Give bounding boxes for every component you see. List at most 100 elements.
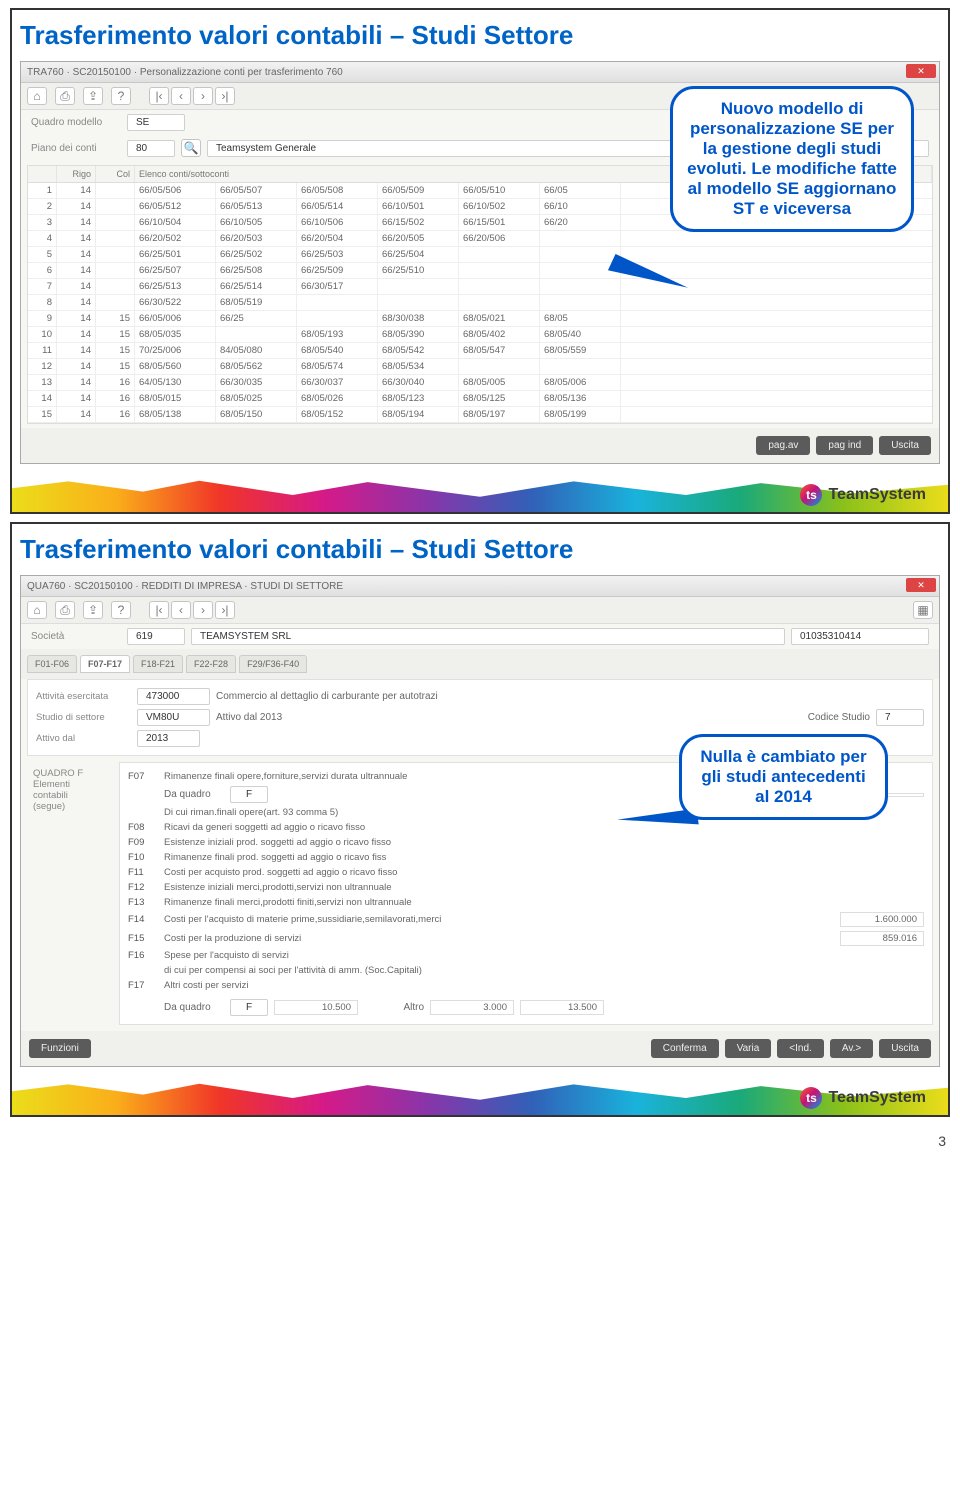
next-icon[interactable]: › <box>193 87 213 105</box>
uscita-button[interactable]: Uscita <box>879 436 931 455</box>
tabs-row: F01-F06 F07-F17 F18-F21 F22-F28 F29/F36-… <box>21 649 939 679</box>
callout-1: Nuovo modello di personalizzazione SE pe… <box>670 86 914 232</box>
form-line: F12Esistenze iniziali merci,prodotti,ser… <box>128 880 924 895</box>
form-line: F16Spese per l'acquisto di servizi <box>128 948 924 963</box>
sec-lab-2: contabili <box>33 790 113 801</box>
sec-lab-0: QUADRO F <box>33 768 113 779</box>
pagav-button[interactable]: pag.av <box>756 436 810 455</box>
societa-label: Società <box>31 631 121 642</box>
upload-icon[interactable]: ⇪ <box>83 601 103 619</box>
uscita-button-2[interactable]: Uscita <box>879 1039 931 1058</box>
table-row[interactable]: 15141668/05/13868/05/15068/05/15268/05/1… <box>28 407 932 423</box>
form-line: F13Rimanenze finali merci,prodotti finit… <box>128 895 924 910</box>
studio-code[interactable]: VM80U <box>137 709 210 726</box>
funzioni-button[interactable]: Funzioni <box>29 1039 91 1058</box>
home-icon[interactable]: ⌂ <box>27 601 47 619</box>
slide-title: Trasferimento valori contabili – Studi S… <box>20 20 940 51</box>
codstudio-val[interactable]: 7 <box>876 709 924 726</box>
codstudio-label: Codice Studio <box>808 712 870 723</box>
societa-code[interactable]: 619 <box>127 628 185 645</box>
varia-button[interactable]: Varia <box>725 1039 772 1058</box>
piano-code[interactable]: 80 <box>127 140 175 157</box>
societa-name: TEAMSYSTEM SRL <box>191 628 785 645</box>
table-row[interactable]: 13141664/05/13066/30/03566/30/03766/30/0… <box>28 375 932 391</box>
sec-lab-3: (segue) <box>33 801 113 812</box>
teamsystem-logo: ts TeamSystem <box>800 484 926 506</box>
bottom-sum: 13.500 <box>520 1000 604 1015</box>
bottom-v1[interactable]: 10.500 <box>274 1000 358 1015</box>
help-icon[interactable]: ? <box>111 87 131 105</box>
first-icon[interactable]: |‹ <box>149 87 169 105</box>
close-icon[interactable]: ✕ <box>906 64 936 78</box>
table-row[interactable]: 71466/25/51366/25/51466/30/517 <box>28 279 932 295</box>
bottom-altro[interactable]: 3.000 <box>430 1000 514 1015</box>
form-line: F11Costi per acquisto prod. soggetti ad … <box>128 865 924 880</box>
col-col: Col <box>96 166 135 182</box>
slide-title-2: Trasferimento valori contabili – Studi S… <box>20 534 940 565</box>
ind-button[interactable]: <Ind. <box>777 1039 824 1058</box>
prev-icon[interactable]: ‹ <box>171 601 191 619</box>
form-line: F17Altri costi per servizi <box>128 978 924 993</box>
slide-1: Trasferimento valori contabili – Studi S… <box>10 8 950 514</box>
titlebar-2-text: QUA760 · SC20150100 · REDDITI DI IMPRESA… <box>27 581 343 592</box>
search-icon[interactable]: 🔍 <box>181 139 201 157</box>
table-row[interactable]: 11141570/25/00684/05/08068/05/54068/05/5… <box>28 343 932 359</box>
page-number: 3 <box>0 1125 960 1153</box>
toolbar-2: ⌂ ⎙ ⇪ ? |‹ ‹ › ›| ▦ <box>21 597 939 624</box>
table-row[interactable]: 51466/25/50166/25/50266/25/50366/25/504 <box>28 247 932 263</box>
daquadro-label: Da quadro <box>164 1002 224 1013</box>
logo-text: TeamSystem <box>828 486 926 504</box>
tab-f07[interactable]: F07-F17 <box>80 655 130 673</box>
av-button[interactable]: Av.> <box>830 1039 873 1058</box>
sec-lab-1: Elementi <box>33 779 113 790</box>
prev-icon[interactable]: ‹ <box>171 87 191 105</box>
table-row[interactable]: 14141668/05/01568/05/02568/05/02668/05/1… <box>28 391 932 407</box>
upload-icon[interactable]: ⇪ <box>83 87 103 105</box>
attivita-code[interactable]: 473000 <box>137 688 210 705</box>
daquadro-val[interactable]: F <box>230 999 268 1016</box>
table-row[interactable]: 61466/25/50766/25/50866/25/50966/25/510 <box>28 263 932 279</box>
first-icon[interactable]: |‹ <box>149 601 169 619</box>
slide-2: Trasferimento valori contabili – Studi S… <box>10 522 950 1117</box>
callout-1-text: Nuovo modello di personalizzazione SE pe… <box>687 99 897 218</box>
print-icon[interactable]: ⎙ <box>55 87 75 105</box>
close-icon-2[interactable]: ✕ <box>906 578 936 592</box>
table-row[interactable]: 12141568/05/56068/05/56268/05/57468/05/5… <box>28 359 932 375</box>
teamsystem-logo-2: ts TeamSystem <box>800 1087 926 1109</box>
attivo-label: Attivo dal <box>36 733 131 744</box>
table-row[interactable]: 9141566/05/00666/2568/30/03868/05/02168/… <box>28 311 932 327</box>
tab-f01[interactable]: F01-F06 <box>27 655 77 673</box>
doc-icon[interactable]: ▦ <box>913 601 933 619</box>
tab-f22[interactable]: F22-F28 <box>186 655 236 673</box>
table-row[interactable]: 81466/30/52268/05/519 <box>28 295 932 311</box>
form-line: F08Ricavi da generi soggetti ad aggio o … <box>128 820 924 835</box>
table-row[interactable]: 41466/20/50266/20/50366/20/50466/20/5056… <box>28 231 932 247</box>
col-idx <box>28 166 57 182</box>
form-line: di cui per compensi ai soci per l'attivi… <box>128 963 924 978</box>
form-line: F14Costi per l'acquisto di materie prime… <box>128 910 924 929</box>
quadro-value[interactable]: SE <box>127 114 185 131</box>
logo-mark-icon: ts <box>800 484 822 506</box>
home-icon[interactable]: ⌂ <box>27 87 47 105</box>
last-icon[interactable]: ›| <box>215 87 235 105</box>
logo-mark-icon: ts <box>800 1087 822 1109</box>
titlebar-2: QUA760 · SC20150100 · REDDITI DI IMPRESA… <box>21 576 939 597</box>
next-icon[interactable]: › <box>193 601 213 619</box>
table-row[interactable]: 10141568/05/03568/05/19368/05/39068/05/4… <box>28 327 932 343</box>
form-line: F15Costi per la produzione di servizi859… <box>128 929 924 948</box>
pagind-button[interactable]: pag ind <box>816 436 873 455</box>
societa-pi: 01035310414 <box>791 628 929 645</box>
tab-f18[interactable]: F18-F21 <box>133 655 183 673</box>
last-icon[interactable]: ›| <box>215 601 235 619</box>
titlebar-text: TRA760 · SC20150100 · Personalizzazione … <box>27 67 343 78</box>
tab-f29[interactable]: F29/F36-F40 <box>239 655 307 673</box>
conferma-button[interactable]: Conferma <box>651 1039 719 1058</box>
help-icon[interactable]: ? <box>111 601 131 619</box>
print-icon[interactable]: ⎙ <box>55 601 75 619</box>
studio-desc: Attivo dal 2013 <box>216 712 802 723</box>
attivita-label: Attività esercitata <box>36 691 131 702</box>
form-line: F09Esistenze iniziali prod. soggetti ad … <box>128 835 924 850</box>
app-window-2: QUA760 · SC20150100 · REDDITI DI IMPRESA… <box>20 575 940 1067</box>
studio-label: Studio di settore <box>36 712 131 723</box>
attivo-val[interactable]: 2013 <box>137 730 200 747</box>
